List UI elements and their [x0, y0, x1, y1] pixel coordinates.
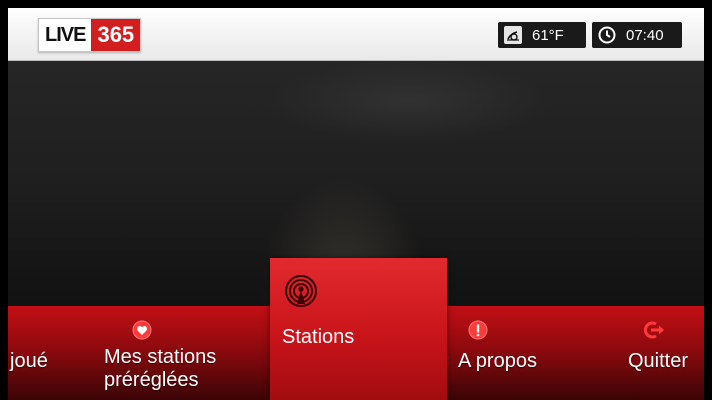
- menu-item-stations[interactable]: Stations: [270, 258, 447, 400]
- menu-item-about[interactable]: A propos: [458, 306, 578, 400]
- clock-badge: 07:40: [592, 22, 682, 48]
- logo-live-text: LIVE: [45, 24, 86, 46]
- menu-item-presets[interactable]: Mes stations préréglées: [104, 306, 264, 400]
- live365-logo: LIVE 365: [38, 18, 142, 52]
- menu-item-label: Stations: [282, 326, 355, 348]
- info-icon: [468, 320, 488, 345]
- exit-icon: [642, 320, 666, 345]
- top-bar: LIVE 365 61°F 07:40: [8, 8, 704, 61]
- menu-item-quit[interactable]: Quitter: [628, 306, 704, 400]
- weather-icon: [504, 26, 522, 44]
- menu-item-label: Quitter: [628, 350, 689, 372]
- menu-item-recently-played[interactable]: joué: [8, 306, 88, 400]
- temperature-text: 61°F: [532, 26, 564, 44]
- clock-icon: [598, 26, 616, 44]
- logo-365-text: 365: [91, 19, 141, 51]
- menu-item-label: joué: [10, 350, 48, 372]
- app-window: LIVE 365 61°F 07:40 joué Mes stations pr…: [0, 0, 712, 400]
- time-text: 07:40: [626, 26, 664, 44]
- menu-item-label: Mes stations préréglées: [104, 346, 217, 391]
- broadcast-icon: [284, 274, 318, 313]
- heart-icon: [132, 320, 152, 345]
- weather-badge: 61°F: [498, 22, 586, 48]
- menu-item-label: A propos: [458, 350, 537, 372]
